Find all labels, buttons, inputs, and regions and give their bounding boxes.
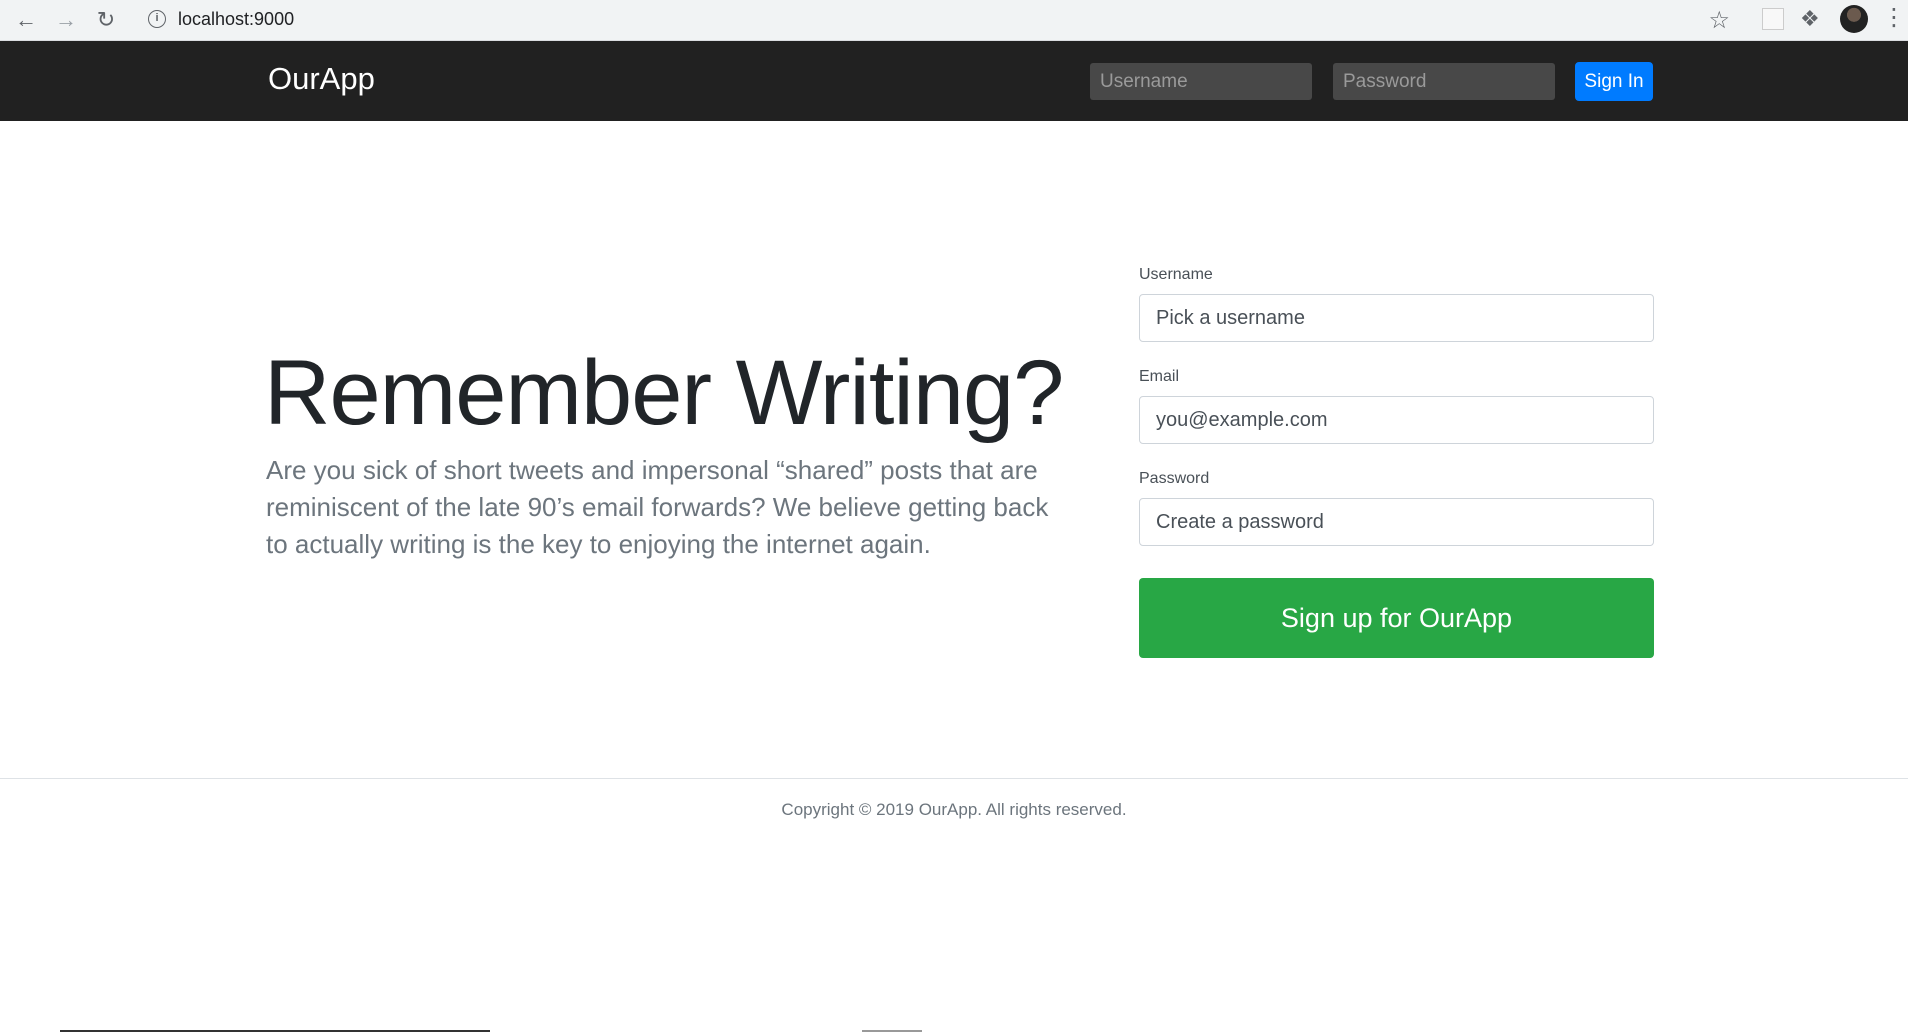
address-bar[interactable]: i localhost:9000 ☆ xyxy=(136,2,1744,38)
username-label: Username xyxy=(1139,266,1213,283)
password-group: Password xyxy=(1139,470,1654,546)
footer-copyright: Copyright © 2019 OurApp. All rights rese… xyxy=(781,800,1127,819)
footer-divider xyxy=(0,778,1908,779)
arrow-left-icon[interactable]: ← xyxy=(10,4,42,36)
profile-avatar[interactable] xyxy=(1840,5,1868,33)
url-text: localhost:9000 xyxy=(178,9,295,29)
hero-title: Remember Writing? xyxy=(264,342,1064,444)
email-group: Email xyxy=(1139,368,1654,444)
reload-icon[interactable]: ↻ xyxy=(90,4,122,36)
info-icon[interactable]: i xyxy=(148,10,166,28)
hero-lead: Are you sick of short tweets and imperso… xyxy=(266,455,1049,559)
brand-logo[interactable]: OurApp xyxy=(268,61,375,97)
sign-in-button[interactable]: Sign In xyxy=(1575,62,1653,101)
email-label: Email xyxy=(1139,368,1180,385)
username-field[interactable] xyxy=(1139,294,1654,342)
star-icon[interactable]: ☆ xyxy=(1708,6,1730,35)
header-password-input[interactable] xyxy=(1333,63,1555,100)
signup-button[interactable]: Sign up for OurApp xyxy=(1139,578,1654,658)
header-username-input[interactable] xyxy=(1090,63,1312,100)
username-group: Username xyxy=(1139,266,1654,342)
browser-toolbar: ← → ↻ i localhost:9000 ☆ ❖ ⋮ xyxy=(0,0,1908,41)
arrow-right-icon[interactable]: → xyxy=(50,4,82,36)
kebab-menu-icon[interactable]: ⋮ xyxy=(1882,6,1906,30)
password-field[interactable] xyxy=(1139,498,1654,546)
extension-icon[interactable] xyxy=(1762,8,1784,30)
app-header: OurApp Sign In xyxy=(0,41,1908,121)
email-field[interactable] xyxy=(1139,396,1654,444)
puzzle-icon[interactable]: ❖ xyxy=(1800,6,1820,32)
signup-form: Username Email Password xyxy=(1139,266,1654,572)
password-label: Password xyxy=(1139,470,1210,487)
